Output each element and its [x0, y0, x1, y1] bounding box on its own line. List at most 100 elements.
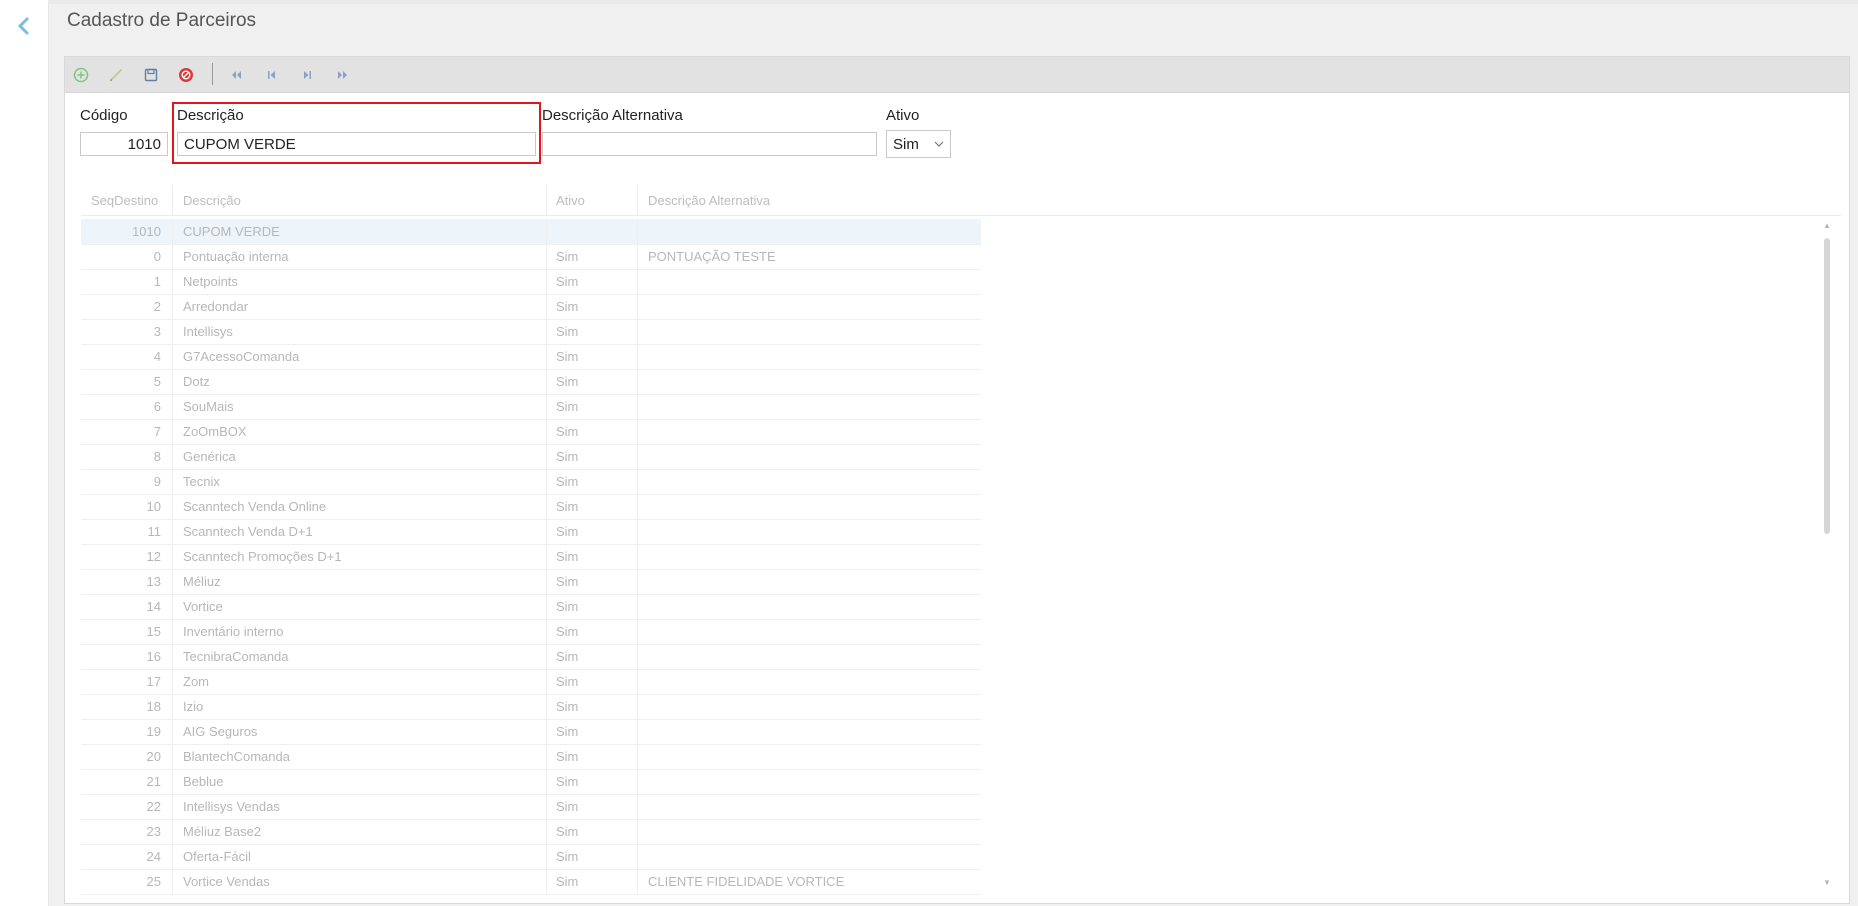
ativo-select[interactable]: Sim — [886, 130, 951, 158]
col-divider — [172, 719, 173, 744]
col-divider — [546, 744, 547, 769]
col-divider — [637, 369, 638, 394]
table-row[interactable]: 6 SouMais Sim — [81, 394, 981, 420]
descricao-alt-field[interactable] — [542, 132, 877, 156]
col-divider — [546, 444, 547, 469]
previous-button[interactable] — [262, 65, 282, 85]
table-row[interactable]: 12 Scanntech Promoções D+1 Sim — [81, 544, 981, 570]
table-row[interactable]: 13 Méliuz Sim — [81, 569, 981, 595]
cell-desc: Tecnix — [183, 474, 220, 489]
cell-ativo: Sim — [556, 749, 579, 764]
col-divider — [637, 444, 638, 469]
col-divider — [172, 394, 173, 419]
save-button[interactable] — [141, 65, 161, 85]
cell-desc: SouMais — [183, 399, 234, 414]
col-header-descricao[interactable]: Descrição — [183, 193, 241, 208]
col-divider — [172, 544, 173, 569]
cell-seq: 9 — [153, 474, 161, 489]
left-sidebar — [0, 0, 49, 906]
cell-desc: Scanntech Promoções D+1 — [183, 549, 342, 564]
table-row[interactable]: 21 Beblue Sim — [81, 769, 981, 795]
col-divider — [637, 469, 638, 494]
col-divider — [546, 344, 547, 369]
first-icon — [232, 71, 241, 79]
col-header-descricao-alt[interactable]: Descrição Alternativa — [648, 193, 770, 208]
cell-seq: 20 — [146, 749, 161, 764]
table-row[interactable]: 16 TecnibraComanda Sim — [81, 644, 981, 670]
table-row[interactable]: 3 Intellisys Sim — [81, 319, 981, 345]
table-row[interactable]: 8 Genérica Sim — [81, 444, 981, 470]
cell-seq: 8 — [153, 449, 161, 464]
col-divider — [546, 669, 547, 694]
col-header-ativo[interactable]: Ativo — [556, 193, 585, 208]
cell-desc: Zom — [183, 674, 209, 689]
toolbar-separator — [212, 63, 213, 85]
cell-seq: 2 — [153, 299, 161, 314]
table-row[interactable]: 11 Scanntech Venda D+1 Sim — [81, 519, 981, 545]
col-divider — [172, 244, 173, 269]
col-divider — [637, 494, 638, 519]
col-divider — [637, 569, 638, 594]
col-divider — [172, 569, 173, 594]
cell-desc: Pontuação interna — [183, 249, 289, 264]
chevron-left-icon[interactable] — [16, 16, 36, 38]
add-button[interactable] — [71, 65, 91, 85]
table-row[interactable]: 5 Dotz Sim — [81, 369, 981, 395]
table-row[interactable]: 0 Pontuação interna Sim PONTUAÇÃO TESTE — [81, 244, 981, 270]
col-divider — [637, 619, 638, 644]
col-divider — [637, 419, 638, 444]
cancel-button[interactable] — [176, 65, 196, 85]
table-row[interactable]: 1010 CUPOM VERDE — [81, 219, 981, 245]
table-row[interactable]: 17 Zom Sim — [81, 669, 981, 695]
cell-desc: Scanntech Venda D+1 — [183, 524, 313, 539]
table-row[interactable]: 15 Inventário interno Sim — [81, 619, 981, 645]
descricao-alt-label: Descrição Alternativa — [542, 107, 683, 124]
col-divider — [546, 394, 547, 419]
col-divider — [172, 844, 173, 869]
cell-desc: Oferta-Fácil — [183, 849, 251, 864]
col-divider — [637, 819, 638, 844]
table-row[interactable]: 20 BlantechComanda Sim — [81, 744, 981, 770]
last-button[interactable] — [332, 65, 352, 85]
col-divider — [637, 269, 638, 294]
cell-seq: 4 — [153, 349, 161, 364]
table-row[interactable]: 18 Izio Sim — [81, 694, 981, 720]
col-divider — [172, 369, 173, 394]
col-divider — [546, 185, 547, 215]
table-row[interactable]: 9 Tecnix Sim — [81, 469, 981, 495]
scroll-up-arrow[interactable]: ▲ — [1823, 222, 1831, 230]
next-button[interactable] — [297, 65, 317, 85]
first-button[interactable] — [227, 65, 247, 85]
table-row[interactable]: 23 Méliuz Base2 Sim — [81, 819, 981, 845]
table-row[interactable]: 25 Vortice Vendas Sim CLIENTE FIDELIDADE VO… — [81, 869, 981, 895]
edit-button[interactable] — [106, 65, 126, 85]
descricao-field[interactable] — [177, 132, 536, 156]
col-divider — [546, 244, 547, 269]
col-header-seqdestino[interactable]: SeqDestino — [91, 193, 158, 208]
table-row[interactable]: 22 Intellisys Vendas Sim — [81, 794, 981, 820]
table-row[interactable]: 19 AIG Seguros Sim — [81, 719, 981, 745]
cell-ativo: Sim — [556, 449, 579, 464]
table-row[interactable]: 2 Arredondar Sim — [81, 294, 981, 320]
cell-seq: 19 — [146, 724, 161, 739]
table-row[interactable]: 4 G7AcessoComanda Sim — [81, 344, 981, 370]
cell-ativo: Sim — [556, 874, 579, 889]
table-row[interactable]: 14 Vortice Sim — [81, 594, 981, 620]
table-row[interactable]: 10 Scanntech Venda Online Sim — [81, 494, 981, 520]
scroll-down-arrow[interactable]: ▼ — [1823, 879, 1831, 887]
col-divider — [546, 769, 547, 794]
col-divider — [546, 519, 547, 544]
codigo-field[interactable] — [80, 132, 168, 156]
table-row[interactable]: 1 Netpoints Sim — [81, 269, 981, 295]
cell-seq: 21 — [146, 774, 161, 789]
cell-seq: 5 — [153, 374, 161, 389]
col-divider — [546, 569, 547, 594]
table-row[interactable]: 24 Oferta-Fácil Sim — [81, 844, 981, 870]
col-divider — [172, 269, 173, 294]
cell-ativo: Sim — [556, 624, 579, 639]
top-divider — [48, 0, 1858, 4]
table-row[interactable]: 7 ZoOmBOX Sim — [81, 419, 981, 445]
scrollbar-thumb[interactable] — [1824, 238, 1830, 534]
cell-seq: 16 — [146, 649, 161, 664]
col-divider — [637, 294, 638, 319]
